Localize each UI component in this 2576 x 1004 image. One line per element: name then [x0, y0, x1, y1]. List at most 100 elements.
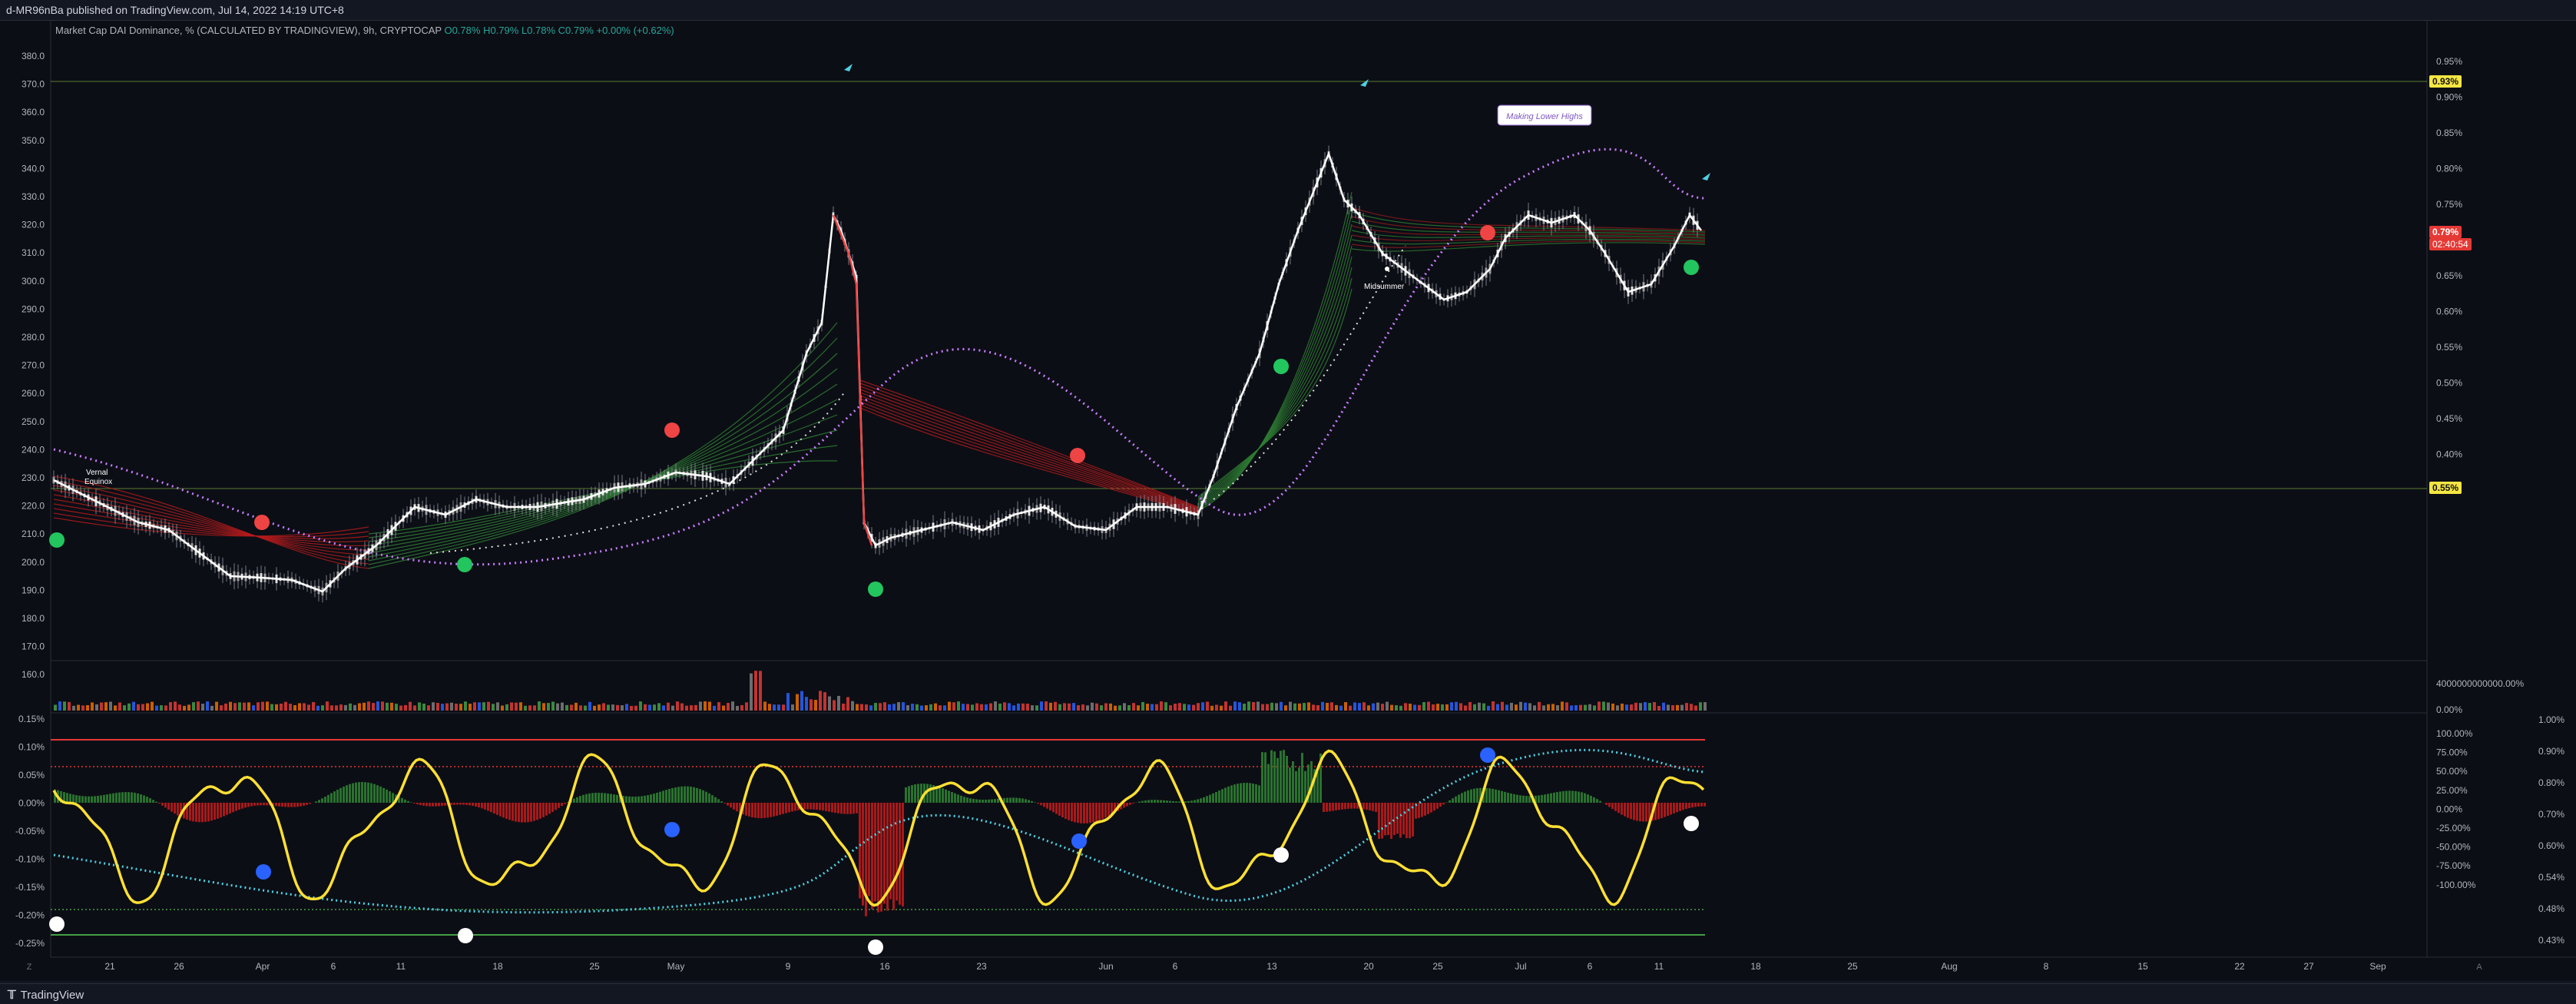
volume-bar: [1676, 705, 1679, 711]
osc-histogram-bar: [1522, 796, 1525, 803]
volume-bar: [1017, 704, 1020, 711]
volume-bar: [1095, 704, 1098, 711]
volume-bar: [717, 702, 720, 711]
symbol-legend[interactable]: Market Cap DAI Dominance, % (CALCULATED …: [55, 25, 674, 36]
volume-bar: [1081, 704, 1084, 711]
volume-bar: [201, 704, 204, 711]
volume-bar: [1372, 704, 1375, 711]
osc-histogram-bar: [1593, 797, 1595, 803]
volume-bar: [542, 703, 545, 711]
osc-histogram-bar: [1132, 803, 1134, 804]
left-axis-label: 210.0: [22, 529, 45, 539]
osc-histogram-bar: [66, 793, 68, 803]
volume-bar: [1699, 702, 1702, 711]
arrow-marker-icon: [1360, 79, 1369, 87]
right-axis-label: 0.55%: [2436, 342, 2462, 353]
ema-ribbon-red: [860, 386, 1198, 509]
osc-histogram-bar: [625, 797, 627, 803]
osc-histogram-bar: [333, 791, 336, 803]
osc-histogram-bar: [72, 794, 74, 803]
left-axis-label: 320.0: [22, 220, 45, 230]
volume-bar: [100, 703, 103, 711]
left-axis-label: 230.0: [22, 472, 45, 483]
osc-right-axis-label: -50.00%: [2436, 842, 2471, 853]
ema-ribbon-red: [860, 393, 1198, 510]
tradingview-brand[interactable]: 𝕋TradingView: [8, 988, 84, 1002]
osc-histogram-bar: [1390, 803, 1392, 839]
osc-histogram-bar: [161, 803, 164, 806]
price-chart[interactable]: 380.0370.0360.0350.0340.0330.0320.0310.0…: [0, 21, 2576, 981]
osc-histogram-bar: [521, 803, 523, 823]
osc-histogram-bar: [1215, 792, 1217, 803]
volume-bar: [413, 705, 416, 711]
volume-bar: [851, 701, 854, 711]
osc-histogram-bar: [1276, 758, 1279, 803]
volume-bar: [1077, 705, 1080, 711]
osc-histogram-bar: [696, 788, 698, 803]
volume-bar: [123, 705, 126, 711]
osc-histogram-bar: [1316, 772, 1319, 803]
osc-histogram-bar: [103, 795, 105, 803]
volume-bar: [496, 702, 499, 711]
osc-histogram-bar: [1237, 784, 1239, 803]
time-axis-label: Jul: [1515, 961, 1526, 972]
volume-bar: [985, 704, 988, 711]
osc-histogram-bar: [945, 790, 947, 803]
osc-left-axis-label: -0.10%: [15, 854, 45, 865]
osc-histogram-bar: [853, 803, 855, 813]
volume-bar: [1344, 702, 1347, 711]
osc-histogram-bar: [106, 794, 108, 803]
osc-histogram-bar: [131, 792, 133, 803]
osc-histogram-bar: [819, 803, 821, 810]
osc-histogram-bar: [834, 803, 836, 813]
osc-histogram-bar: [382, 788, 385, 803]
osc-histogram-bar: [644, 796, 646, 803]
volume-bar: [925, 705, 928, 711]
volume-bar: [533, 705, 536, 711]
osc-histogram-bar: [484, 803, 486, 810]
signal-dot: [868, 582, 883, 597]
osc-histogram-bar: [429, 803, 431, 807]
right-axis-label: 0.45%: [2436, 413, 2462, 424]
osc-histogram-bar: [1006, 798, 1008, 803]
volume-bar: [114, 705, 117, 711]
osc-histogram-bar: [1439, 803, 1442, 807]
volume-bar: [395, 704, 398, 711]
volume-bar: [1091, 703, 1094, 711]
osc-histogram-bar: [1501, 791, 1503, 803]
chart-area[interactable]: 380.0370.0360.0350.0340.0330.0320.0310.0…: [0, 21, 2576, 981]
volume-bar: [275, 704, 278, 711]
left-axis-label: 310.0: [22, 247, 45, 258]
volume-bar: [1183, 704, 1186, 711]
volume-bar: [422, 704, 425, 711]
volume-bar: [1293, 704, 1296, 711]
osc-histogram-bar: [164, 803, 167, 807]
osc-histogram-bar: [1175, 801, 1177, 803]
left-axis-label: 260.0: [22, 388, 45, 399]
volume-bar: [1625, 704, 1628, 711]
volume-bar: [1441, 704, 1444, 711]
osc-histogram-bar: [825, 803, 827, 811]
ema-ribbon-green: [369, 415, 837, 545]
volume-bar: [1045, 701, 1048, 711]
osc-histogram-bar: [536, 803, 538, 820]
osc-signal-dot: [1480, 747, 1495, 763]
volume-bar: [888, 704, 891, 711]
osc-histogram-bar: [1673, 803, 1675, 813]
volume-bar: [690, 705, 693, 711]
osc-histogram-bar: [198, 803, 200, 822]
volume-bar: [1349, 706, 1352, 711]
osc-histogram-bar: [1347, 803, 1349, 809]
volume-bar: [1086, 705, 1089, 711]
osc-left-axis-label: -0.20%: [15, 910, 45, 921]
osc-histogram-bar: [1399, 803, 1402, 838]
osc-histogram-bar: [1129, 803, 1131, 805]
osc-histogram-bar: [1578, 792, 1580, 803]
osc-right-axis-label: -100.00%: [2436, 880, 2476, 890]
volume-bar: [934, 704, 937, 711]
osc-histogram-bar: [287, 803, 290, 807]
volume-bar: [943, 705, 946, 711]
osc-histogram-bar: [788, 803, 790, 812]
osc-histogram-bar: [1101, 803, 1104, 819]
volume-bar: [1021, 704, 1025, 711]
